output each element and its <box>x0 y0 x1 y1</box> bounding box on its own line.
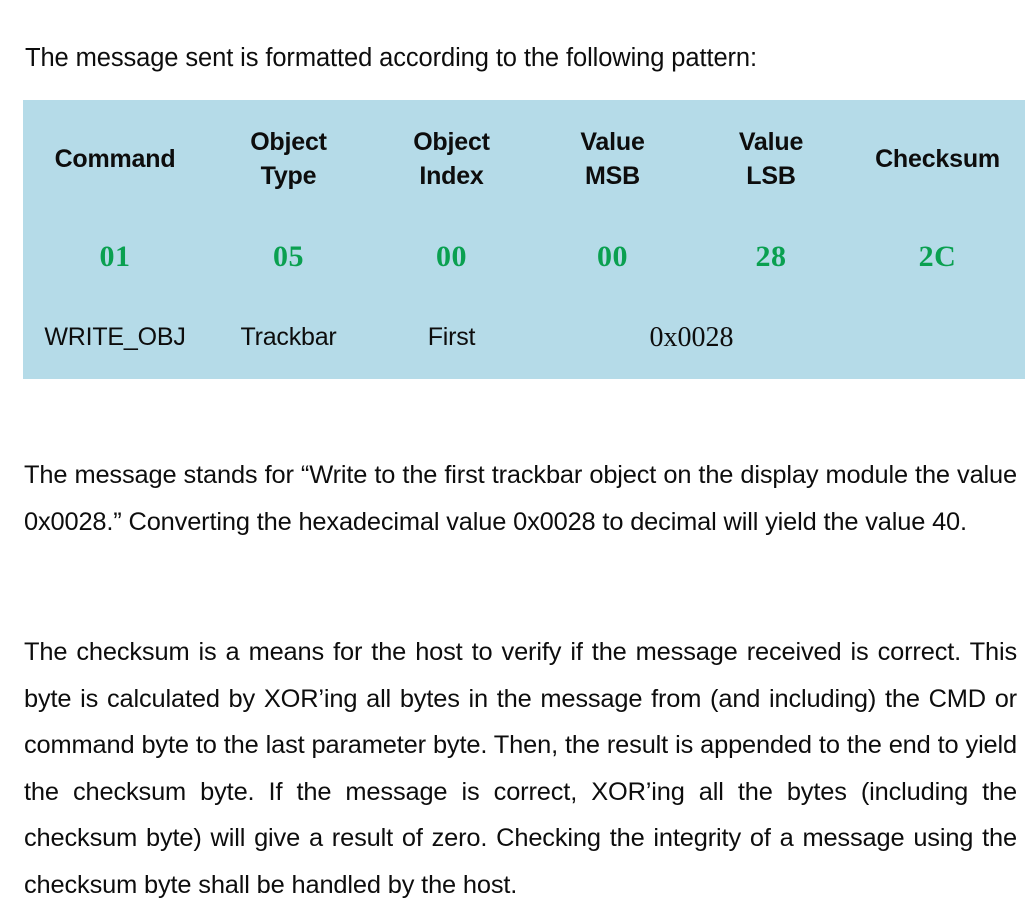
header-command-line1: Command <box>54 145 176 173</box>
header-cell-object-type: Object Type <box>207 100 370 218</box>
hex-cell-object-type: 05 <box>207 218 370 296</box>
desc-value-object-index: First <box>427 323 476 351</box>
desc-value-object-type: Trackbar <box>240 323 337 351</box>
header-object-index-line2: Index <box>419 162 484 190</box>
explanation-paragraph-message-meaning: The message stands for “Write to the fir… <box>24 461 1017 536</box>
packet-format-table: Command Object Type Object Index Value M… <box>23 100 1025 379</box>
header-object-type-line1: Object <box>250 128 327 156</box>
header-cell-value-lsb: Value LSB <box>692 100 850 218</box>
header-value-msb-line1: Value <box>580 128 645 156</box>
hex-cell-checksum: 2C <box>850 218 1025 296</box>
document-page: The message sent is formatted according … <box>0 0 1025 912</box>
header-checksum-line1: Checksum <box>875 145 1000 173</box>
hex-value-command: 01 <box>99 240 131 273</box>
desc-cell-checksum <box>850 296 1025 379</box>
hex-cell-object-index: 00 <box>370 218 533 296</box>
header-cell-value-msb: Value MSB <box>533 100 692 218</box>
hex-value-value-lsb: 28 <box>755 240 787 273</box>
desc-cell-command: WRITE_OBJ <box>23 296 207 379</box>
hex-value-object-type: 05 <box>273 240 304 273</box>
desc-value-command: WRITE_OBJ <box>44 323 186 351</box>
header-cell-command: Command <box>23 100 207 218</box>
hex-value-checksum: 2C <box>918 240 957 273</box>
hex-cell-value-lsb: 28 <box>692 218 850 296</box>
hex-value-value-msb: 00 <box>597 240 628 273</box>
header-cell-checksum: Checksum <box>850 100 1025 218</box>
header-object-type-line2: Type <box>260 162 317 190</box>
explanation-paragraph-checksum: The checksum is a means for the host to … <box>24 638 1017 899</box>
hex-cell-value-msb: 00 <box>533 218 692 296</box>
header-cell-object-index: Object Index <box>370 100 533 218</box>
table-hex-values-row: 01 05 00 00 28 2C <box>23 218 1025 296</box>
header-object-index-line1: Object <box>413 128 490 156</box>
header-value-lsb-line1: Value <box>738 128 804 156</box>
desc-cell-value-merged: 0x0028 <box>533 296 850 379</box>
header-value-msb-line2: MSB <box>585 162 640 190</box>
desc-cell-object-type: Trackbar <box>207 296 370 379</box>
table-header-row: Command Object Type Object Index Value M… <box>23 100 1025 218</box>
table-description-row: WRITE_OBJ Trackbar First 0x0028 <box>23 296 1025 379</box>
desc-value-merged-hex: 0x0028 <box>649 321 734 353</box>
desc-cell-object-index: First <box>370 296 533 379</box>
intro-paragraph: The message sent is formatted according … <box>25 43 757 72</box>
hex-value-object-index: 00 <box>436 240 467 273</box>
header-value-lsb-line2: LSB <box>746 162 796 190</box>
hex-cell-command: 01 <box>23 218 207 296</box>
